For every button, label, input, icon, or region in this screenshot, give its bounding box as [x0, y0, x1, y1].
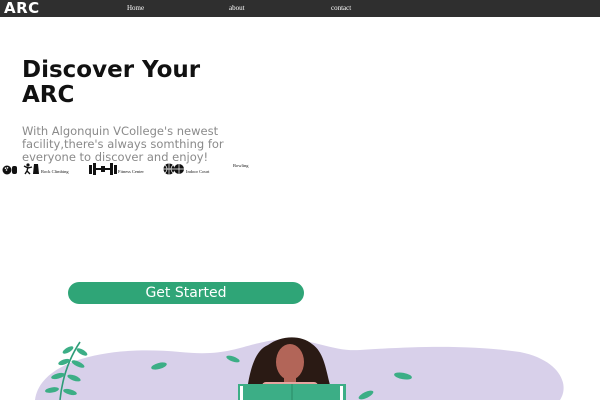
amenity-indoor-court: Indoor Court — [163, 163, 209, 175]
hero-title-line-1: Discover Your — [22, 57, 201, 83]
dumbbell-icon — [89, 163, 117, 175]
get-started-button[interactable]: Get Started — [68, 282, 304, 304]
amenity-label-bowling: Bowling — [233, 163, 249, 168]
climber-icon — [23, 163, 39, 175]
amenity-rock-climbing: Rock Climbing — [22, 163, 69, 175]
hero-subtitle-line-2: facility,there's always somthing for — [22, 137, 224, 151]
nav-link-home[interactable]: Home — [127, 3, 144, 13]
site-logo[interactable]: ARC — [4, 0, 40, 17]
amenity-fitness-center: Fitness Center — [89, 163, 144, 175]
hero-subtitle-line-1: With Algonquin VCollege's newest — [22, 124, 219, 138]
reading-woman-illustration — [35, 337, 564, 400]
bowling-ball-icon — [2, 165, 17, 175]
hero-subtitle-line-3: everyone to discover and enjoy! — [22, 150, 209, 164]
hero-title: Discover Your ARC — [22, 58, 322, 108]
face — [276, 344, 304, 380]
basketball-icon — [163, 163, 184, 175]
amenity-label-fitness-center: Fitness Center — [118, 169, 144, 174]
amenity-label-indoor-court: Indoor Court — [186, 169, 210, 174]
nav-link-contact[interactable]: contact — [331, 3, 351, 13]
hero-title-line-2: ARC — [22, 82, 75, 108]
hero-subtitle: With Algonquin VCollege's newest facilit… — [22, 125, 332, 164]
top-navbar: ARC Home about contact — [0, 0, 600, 17]
nav-link-about[interactable]: about — [229, 3, 245, 13]
amenity-label-rock-climbing: Rock Climbing — [41, 169, 69, 174]
